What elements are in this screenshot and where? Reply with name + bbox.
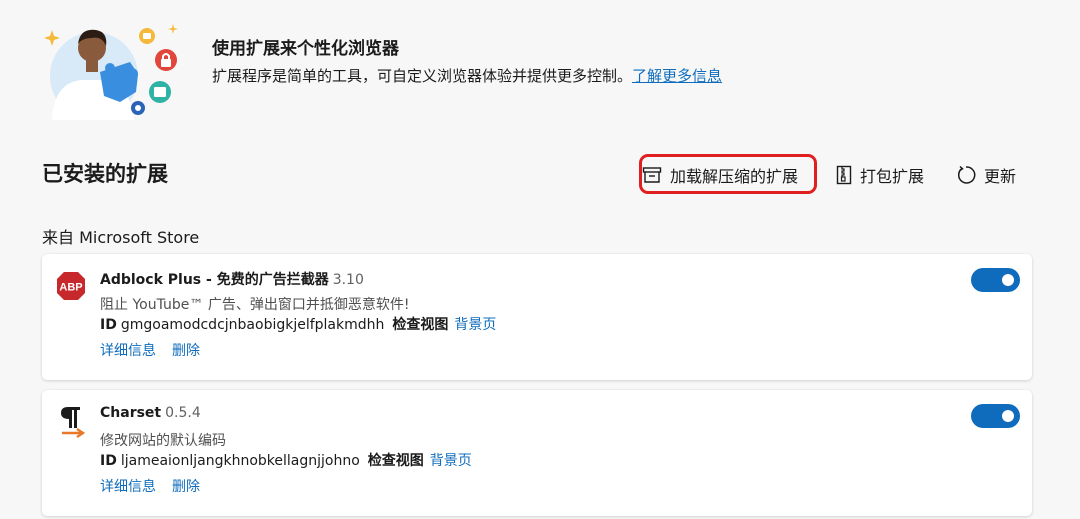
extension-name: Charset bbox=[100, 405, 162, 421]
toggle-knob bbox=[1002, 410, 1014, 422]
extension-name: Adblock Plus - 免费的广告拦截器 bbox=[100, 272, 329, 288]
extension-version: 3.10 bbox=[332, 272, 364, 288]
extension-actions: 详细信息 删除 bbox=[100, 476, 216, 496]
zip-file-icon bbox=[836, 165, 852, 185]
extension-card-charset: Charset 0.5.4 修改网站的默认编码 ID ljameaionljangk… bbox=[42, 390, 1032, 516]
learn-more-link[interactable]: 了解更多信息 bbox=[632, 67, 722, 85]
extension-actions: 详细信息 删除 bbox=[100, 340, 216, 360]
refresh-icon bbox=[957, 165, 976, 184]
enable-toggle[interactable] bbox=[971, 404, 1020, 428]
pack-extension-button[interactable]: 打包扩展 bbox=[836, 160, 924, 190]
extension-card-adblock-plus: ABP Adblock Plus - 免费的广告拦截器 3.10 阻止 YouTu… bbox=[42, 254, 1032, 380]
background-page-link[interactable]: 背景页 bbox=[430, 453, 472, 469]
store-section-label: 来自 Microsoft Store bbox=[42, 228, 200, 247]
installed-extensions-title: 已安装的扩展 bbox=[42, 162, 168, 186]
details-link[interactable]: 详细信息 bbox=[100, 479, 156, 495]
extension-title: Charset 0.5.4 bbox=[100, 405, 201, 421]
charset-pilcrow-icon bbox=[61, 407, 86, 438]
extension-title: Adblock Plus - 免费的广告拦截器 3.10 bbox=[100, 269, 364, 289]
remove-link[interactable]: 删除 bbox=[172, 343, 200, 359]
abp-icon: ABP bbox=[57, 272, 85, 300]
remove-link[interactable]: 删除 bbox=[172, 479, 200, 495]
extension-version: 0.5.4 bbox=[165, 405, 201, 421]
load-unpacked-button[interactable]: 加载解压缩的扩展 bbox=[642, 160, 798, 190]
extension-id-line: ID ljameaionljangkhnobkellagnjjohno 检查视图 背景… bbox=[100, 450, 472, 470]
enable-toggle[interactable] bbox=[971, 268, 1020, 292]
hero-banner: 使用扩展来个性化浏览器 扩展程序是简单的工具，可自定义浏览器体验并提供更多控制。… bbox=[42, 22, 1042, 122]
inspect-views-label: 检查视图 bbox=[392, 317, 449, 333]
pack-extension-label: 打包扩展 bbox=[860, 167, 925, 186]
hero-description-text: 扩展程序是简单的工具，可自定义浏览器体验并提供更多控制。 bbox=[212, 67, 633, 85]
background-page-link[interactable]: 背景页 bbox=[454, 317, 496, 333]
update-label: 更新 bbox=[984, 167, 1017, 186]
extension-description: 修改网站的默认编码 bbox=[100, 433, 226, 449]
id-label: ID bbox=[100, 317, 117, 333]
details-link[interactable]: 详细信息 bbox=[100, 343, 156, 359]
inspect-views-label: 检查视图 bbox=[367, 453, 424, 469]
abp-icon-text: ABP bbox=[59, 282, 82, 294]
extension-description: 阻止 YouTube™ 广告、弹出窗口并抵御恶意软件! bbox=[100, 297, 410, 313]
extensions-illustration bbox=[44, 24, 178, 120]
hero-description: 扩展程序是简单的工具，可自定义浏览器体验并提供更多控制。了解更多信息 bbox=[212, 65, 722, 86]
toggle-knob bbox=[1002, 274, 1014, 286]
id-label: ID bbox=[100, 453, 117, 469]
extension-id-line: ID gmgoamodcdcjnbaobigkjelfplakmdhh 检查视图 背景… bbox=[100, 314, 496, 334]
extension-id: ljameaionljangkhnobkellagnjjohno bbox=[120, 453, 360, 469]
update-button[interactable]: 更新 bbox=[956, 160, 1016, 190]
box-open-icon bbox=[642, 167, 662, 183]
load-unpacked-label: 加载解压缩的扩展 bbox=[670, 167, 799, 186]
extension-id: gmgoamodcdcjnbaobigkjelfplakmdhh bbox=[120, 317, 385, 333]
hero-title: 使用扩展来个性化浏览器 bbox=[212, 39, 399, 59]
